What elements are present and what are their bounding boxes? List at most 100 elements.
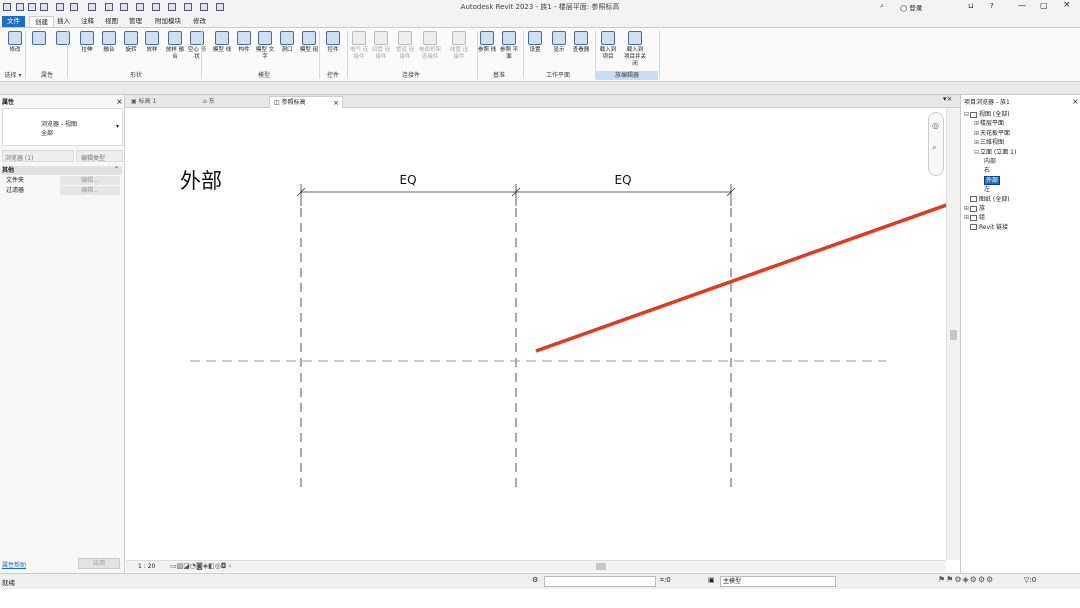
search-icon[interactable]: ⌕ <box>880 2 884 11</box>
ribbon-panel-label[interactable]: 基准 <box>476 71 522 80</box>
view-scale[interactable]: 1 : 20 <box>138 563 155 570</box>
browser-node[interactable]: ⊞ 族 <box>964 204 985 213</box>
ribbon-button[interactable]: 参照 平面 <box>498 30 520 70</box>
vertical-scrollbar[interactable] <box>946 108 960 560</box>
browser-node[interactable]: 右 <box>984 166 990 175</box>
drawing-canvas[interactable]: 外部 EQ EQ ◎ ⌕ <box>126 108 967 560</box>
ribbon-button[interactable]: 电缆桥架 连接件 <box>419 30 441 70</box>
ribbon-button[interactable]: 风管 连接件 <box>370 30 392 70</box>
ribbon-button[interactable]: 融合 <box>98 30 120 70</box>
view-folder-icon <box>970 196 977 203</box>
dimension-label-eq[interactable]: EQ <box>614 173 631 187</box>
minimize-button[interactable]: — <box>1018 1 1026 10</box>
ribbon-panel-label[interactable]: 控件 <box>320 71 346 80</box>
close-view-icon[interactable]: ▾× <box>943 95 952 103</box>
ribbon-button[interactable]: 显示 <box>548 30 570 70</box>
properties-help-link[interactable]: 属性帮助 <box>2 560 26 569</box>
ribbon-button[interactable]: 构件 <box>233 30 255 70</box>
browser-close-icon[interactable]: × <box>1072 97 1079 106</box>
tab-modify[interactable]: 修改 <box>188 16 211 27</box>
tab-file[interactable]: 文件 <box>2 16 25 27</box>
browser-node[interactable]: ⊞三维视图 <box>974 138 1004 147</box>
collapse-icon[interactable]: ⌃ <box>114 166 119 173</box>
ribbon-button[interactable]: 设置 <box>524 30 546 70</box>
ribbon-button[interactable]: 管道 连接件 <box>394 30 416 70</box>
ribbon-panel-label[interactable]: 选择 ▾ <box>2 71 24 80</box>
ribbon-button[interactable] <box>28 30 50 70</box>
selection-options-icons[interactable]: ⚑⚑⚙◈⚙⚙⚙ <box>938 575 994 584</box>
view-control-icons[interactable]: ▭▨◪◔◙◈◧◎◘ ‹ <box>170 562 231 570</box>
ribbon-button[interactable]: 空心 形状 <box>186 30 208 70</box>
property-value-button[interactable]: 编辑... <box>60 176 120 185</box>
filter-icon[interactable]: ▽:0 <box>1024 576 1036 584</box>
property-value-button[interactable]: 编辑... <box>60 186 120 195</box>
ribbon-tool-icon <box>480 31 494 45</box>
tab-addins[interactable]: 附加模块 <box>150 16 186 27</box>
ribbon-panel-label[interactable]: 形状 <box>72 71 200 80</box>
tab-level-1[interactable]: ▣ 标高 1 <box>127 96 197 108</box>
browser-node[interactable]: ⊟ 视图 (全部) <box>964 110 1010 119</box>
ribbon-button[interactable]: 线管 连接件 <box>448 30 470 70</box>
scrollbar-thumb[interactable] <box>950 330 957 340</box>
ribbon-button[interactable]: 载入到 项目并关闭 <box>624 30 646 70</box>
ribbon-button[interactable]: 洞口 <box>276 30 298 70</box>
ribbon-button-label: 空心 形状 <box>187 47 207 60</box>
ribbon-button[interactable] <box>52 30 74 70</box>
ribbon-panel-label[interactable]: 族编辑器 <box>596 71 658 80</box>
help-icon[interactable]: ? <box>990 2 994 10</box>
ribbon-panel-label[interactable]: 属性 <box>28 71 66 80</box>
browser-node[interactable]: 外部 <box>984 175 1001 185</box>
ribbon-button[interactable]: 放样 <box>141 30 163 70</box>
edit-type-button[interactable]: 编辑类型 <box>76 150 123 162</box>
properties-close-icon[interactable]: × <box>116 97 123 106</box>
ribbon-button[interactable]: 载入到 项目 <box>597 30 619 70</box>
type-selector[interactable]: 浏览器 - 视图 全部 ▾ <box>2 108 123 146</box>
ribbon-button-label: 参照 线 <box>477 47 497 53</box>
apply-button[interactable]: 应用 <box>78 558 120 569</box>
design-option-dropdown[interactable]: 主模型 <box>720 576 836 587</box>
ribbon-panel-label[interactable]: 模型 <box>210 71 318 80</box>
tab-manage[interactable]: 管理 <box>124 16 147 27</box>
ribbon-button[interactable]: 旋转 <box>120 30 142 70</box>
tab-create[interactable]: 创建 <box>29 16 54 27</box>
browser-node[interactable]: ⊟立面 (立面 1) <box>974 148 1016 157</box>
instance-filter[interactable]: 浏览器 (1) <box>2 150 74 162</box>
steering-wheel-icon[interactable]: ◎ <box>932 121 939 130</box>
reference-planes[interactable] <box>300 208 732 492</box>
ribbon-button[interactable]: 修改 <box>4 30 26 70</box>
user-icon: ◯ <box>900 4 908 12</box>
ribbon-button[interactable]: 模型 文字 <box>254 30 276 70</box>
ribbon-button[interactable]: 模型 组 <box>298 30 320 70</box>
tab-ref-level[interactable]: ◫ 参照标高 × <box>269 96 343 108</box>
ribbon-panel-label[interactable]: 连接件 <box>346 71 476 80</box>
close-button[interactable]: × <box>1063 0 1071 10</box>
tab-view[interactable]: 视图 <box>100 16 123 27</box>
ribbon-button[interactable]: 拉伸 <box>76 30 98 70</box>
ribbon-button[interactable]: 放样 融合 <box>164 30 186 70</box>
browser-node[interactable]: ⊞楼层平面 <box>974 119 1004 128</box>
tab-annotate[interactable]: 注释 <box>76 16 99 27</box>
ribbon-button[interactable]: 查看器 <box>570 30 592 70</box>
workset-dropdown[interactable] <box>544 576 656 587</box>
browser-node[interactable]: 内部 <box>984 157 996 166</box>
user-sign-in[interactable]: ◯ 登录 <box>900 2 922 12</box>
browser-node[interactable]: Revit 链接 <box>964 223 1008 232</box>
cart-icon[interactable]: ⊔ <box>968 2 973 10</box>
scrollbar-thumb[interactable] <box>596 563 606 570</box>
browser-node[interactable]: 左 <box>984 185 990 194</box>
tab-insert[interactable]: 插入 <box>52 16 75 27</box>
ribbon-button[interactable]: 控件 <box>322 30 344 70</box>
zoom-icon[interactable]: ⌕ <box>932 143 936 153</box>
ribbon-button-label: 放样 融合 <box>165 47 185 60</box>
dimension-label-eq[interactable]: EQ <box>399 173 416 187</box>
type-name: 浏览器 - 视图 <box>41 121 77 128</box>
ribbon-button[interactable]: 参照 线 <box>476 30 498 70</box>
browser-node[interactable]: ⊞ 组 <box>964 213 985 222</box>
ribbon-button[interactable]: 电气 连接件 <box>348 30 370 70</box>
maximize-button[interactable]: ▢ <box>1040 1 1048 10</box>
ribbon-panel-label[interactable]: 工作平面 <box>522 71 594 80</box>
ribbon-button[interactable]: 模型 线 <box>211 30 233 70</box>
browser-node[interactable]: 图纸 (全部) <box>964 195 1010 204</box>
tab-east[interactable]: ⌂ 东 <box>199 96 267 108</box>
browser-node[interactable]: ⊞天花板平面 <box>974 129 1010 138</box>
